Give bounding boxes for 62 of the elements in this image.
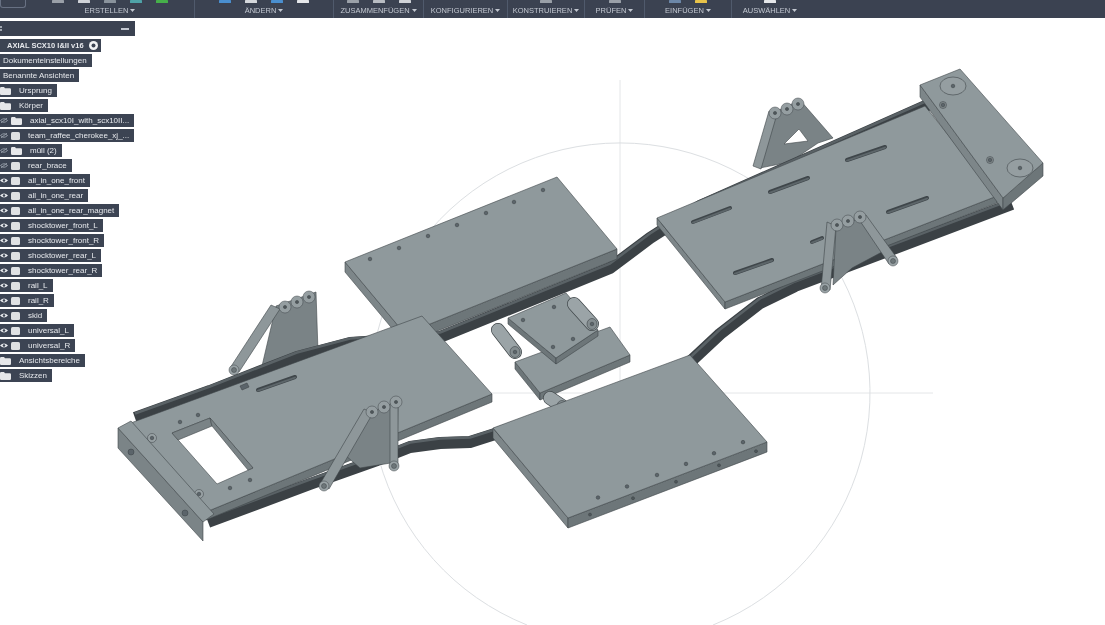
eye-icon[interactable] [0, 313, 8, 318]
tool-icon[interactable] [608, 0, 621, 3]
caret-icon [705, 8, 711, 12]
universal-joint [491, 323, 522, 359]
eye-icon[interactable] [0, 178, 8, 183]
tool-icon[interactable] [398, 0, 411, 3]
folder-icon [0, 371, 11, 380]
workspace-dropdown[interactable] [0, 0, 26, 8]
tree-item[interactable]: team_raffee_cherokee_xj_... [0, 129, 135, 142]
tree-item[interactable]: universal_R [0, 339, 76, 352]
tree-item[interactable]: axial_scx10I_with_scx10II... [0, 114, 135, 127]
tree-item[interactable]: rail_L [0, 279, 53, 292]
caret-icon [792, 8, 798, 12]
tree-item[interactable]: shocktower_rear_R [0, 264, 103, 277]
tree-item[interactable]: rear_brace [0, 159, 72, 172]
eye-slash-icon[interactable] [0, 163, 8, 168]
tree-item[interactable]: Ansichtsbereiche [0, 354, 85, 367]
tree-item[interactable]: all_in_one_front [0, 174, 90, 187]
tree-item[interactable]: shocktower_front_R [0, 234, 105, 247]
tree-item[interactable]: universal_L [0, 324, 74, 337]
eye-slash-icon[interactable] [0, 118, 8, 123]
eye-icon[interactable] [0, 193, 8, 198]
radio-icon[interactable] [88, 41, 98, 50]
body-icon [11, 131, 20, 140]
tree-item[interactable]: Ursprung [0, 84, 57, 97]
caret-icon [628, 8, 634, 12]
caret-icon [411, 8, 417, 12]
caret-icon [130, 8, 136, 12]
tool-icon[interactable] [372, 0, 385, 3]
tree-item[interactable]: shocktower_rear_L [0, 249, 102, 262]
folder-icon [0, 356, 11, 365]
folder-icon [11, 116, 22, 125]
eye-slash-icon[interactable] [0, 133, 8, 138]
eye-icon[interactable] [0, 238, 8, 243]
tree-item[interactable]: all_in_one_rear_magnet [0, 204, 120, 217]
eye-icon[interactable] [0, 283, 8, 288]
eye-icon[interactable] [0, 253, 8, 258]
tree-item[interactable]: Dokumenteinstellungen [0, 54, 92, 67]
eye-icon[interactable] [0, 223, 8, 228]
tree-item[interactable]: Benannte Ansichten [0, 69, 80, 82]
eye-icon[interactable] [0, 328, 8, 333]
tool-icon[interactable] [346, 0, 359, 3]
minimize-icon[interactable] [121, 27, 129, 30]
tree-item[interactable]: Körper [0, 99, 48, 112]
caret-icon [278, 8, 284, 12]
universal-joint [567, 297, 599, 331]
tree-item[interactable]: skid [0, 309, 48, 322]
folder-icon [0, 101, 11, 110]
eye-icon[interactable] [0, 268, 8, 273]
caret-icon [495, 8, 501, 12]
tree-item[interactable]: Skizzen [0, 369, 52, 382]
folder-icon [0, 86, 11, 95]
tree-item[interactable]: shocktower_front_L [0, 219, 103, 232]
tree-item[interactable]: all_in_one_rear [0, 189, 89, 202]
caret-icon [574, 8, 580, 12]
eye-icon[interactable] [0, 343, 8, 348]
eye-icon[interactable] [0, 298, 8, 303]
tree-item[interactable]: rail_R [0, 294, 54, 307]
eye-icon[interactable] [0, 208, 8, 213]
tree-item[interactable]: müll (2) [0, 144, 62, 157]
folder-icon [11, 146, 22, 155]
eye-slash-icon[interactable] [0, 148, 8, 153]
